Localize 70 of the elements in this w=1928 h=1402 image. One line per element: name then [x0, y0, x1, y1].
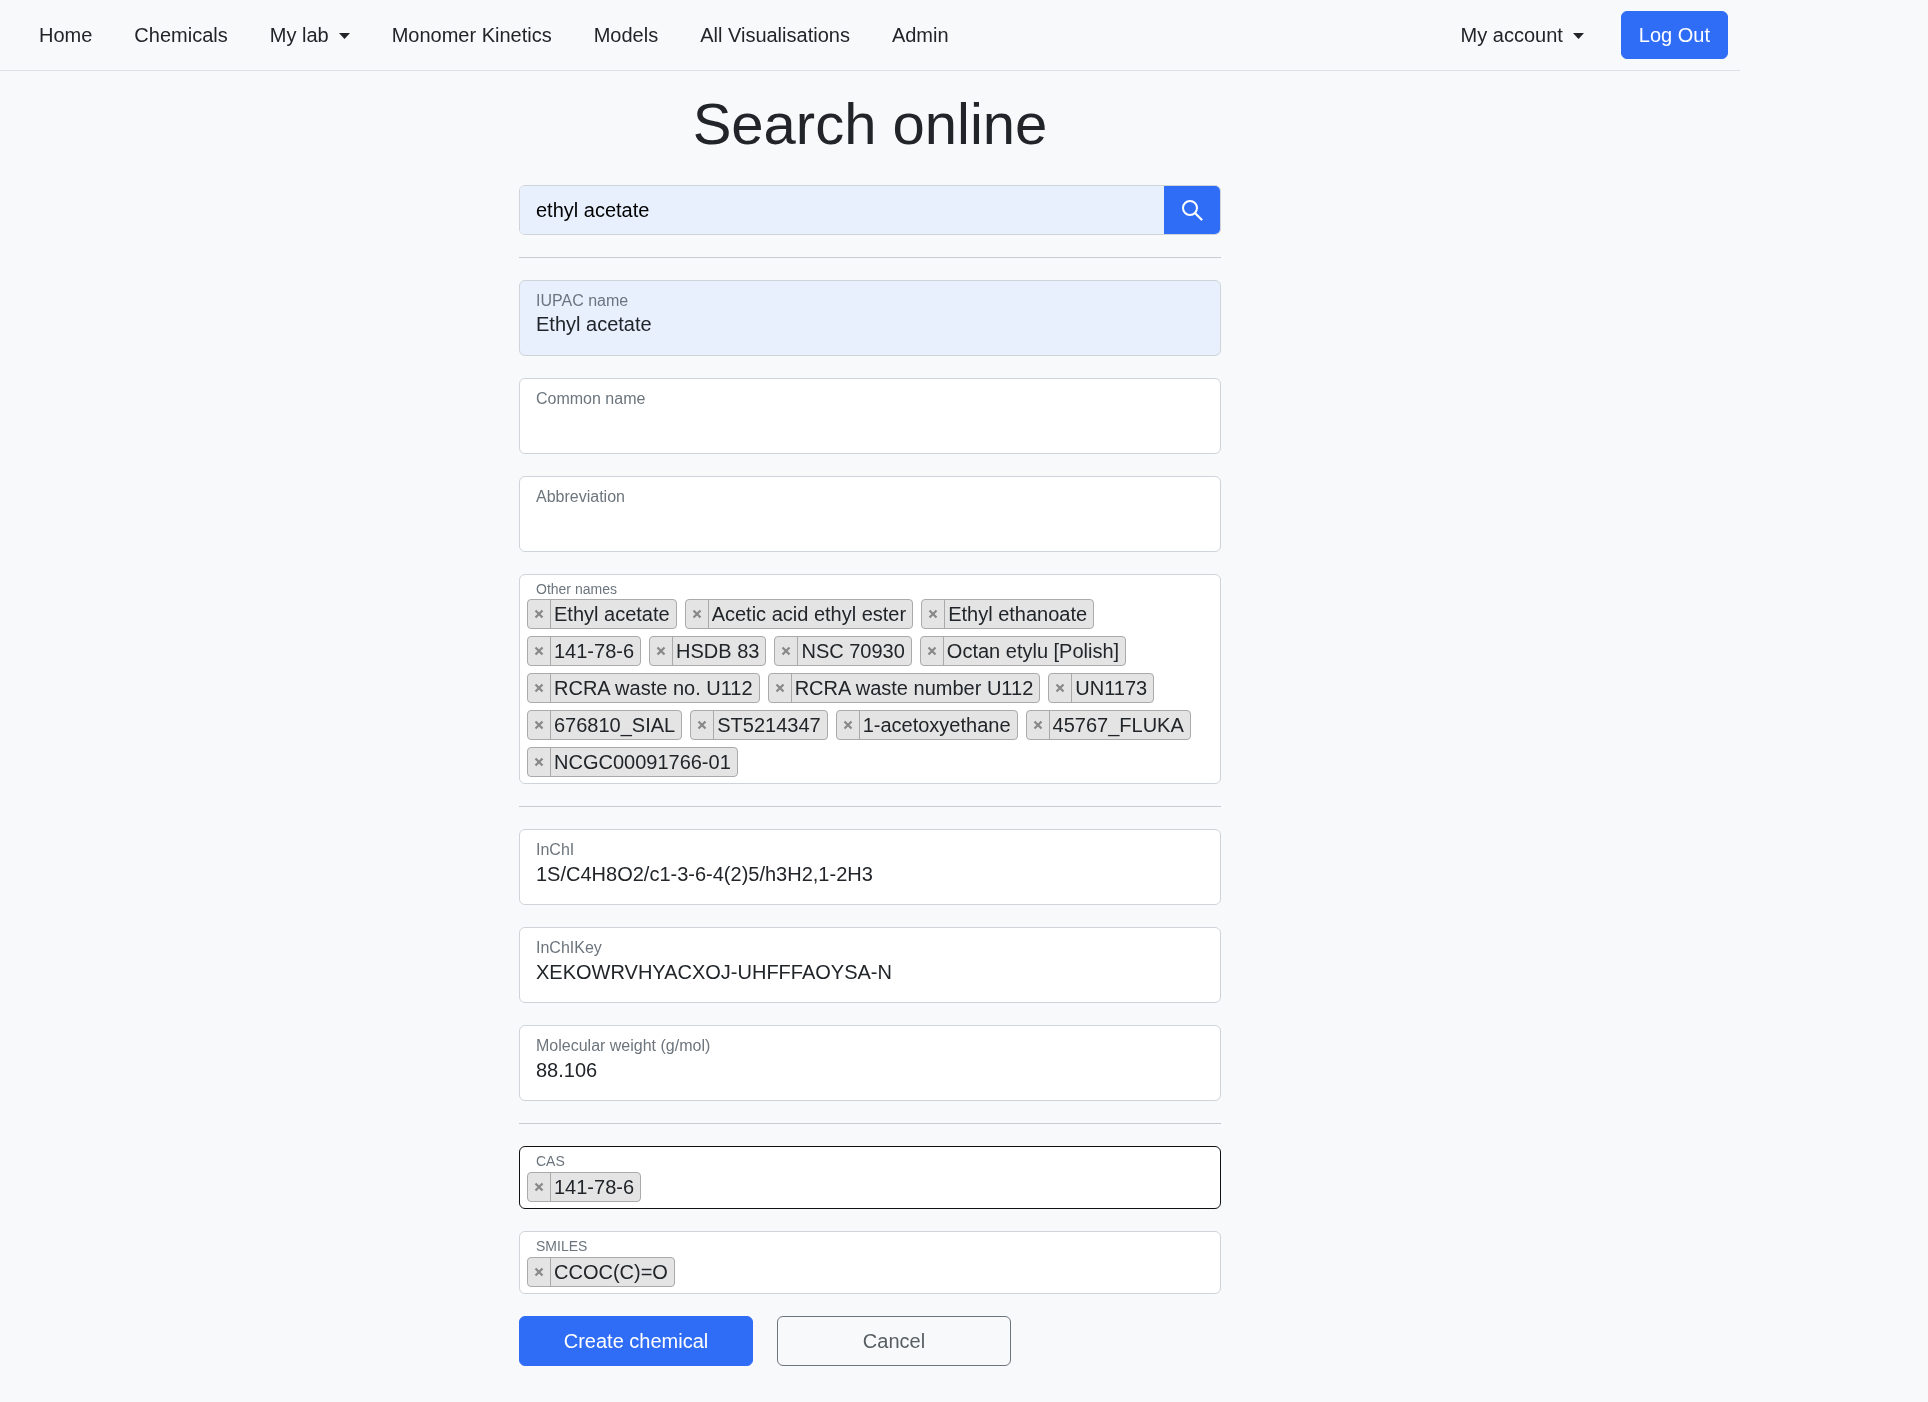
nav-link[interactable]: Monomer Kinetics	[370, 12, 573, 58]
input-field[interactable]: Abbreviation	[519, 475, 1221, 552]
input-field[interactable]: InChIKey XEKOWRVHYACXOJ-UHFFFAOYSA-N	[519, 927, 1221, 1004]
tag-chip[interactable]: UN1173	[1048, 673, 1155, 704]
remove-icon[interactable]	[842, 720, 853, 731]
input-field[interactable]: InChI 1S/C4H8O2/c1-3-6-4(2)5/h3H2,1-2H3	[519, 829, 1221, 906]
tag-chip[interactable]: Acetic acid ethyl ester	[684, 599, 914, 630]
tag-chip[interactable]: HSDB 83	[649, 636, 767, 667]
caret-icon	[1572, 33, 1584, 41]
remove-icon[interactable]	[534, 683, 544, 694]
dropdown-link[interactable]: My lab	[248, 12, 371, 58]
tag-chip[interactable]: 141-78-6	[527, 636, 642, 667]
input-field[interactable]: Common name	[519, 377, 1221, 454]
tag-input-field[interactable]	[519, 573, 1221, 785]
remove-icon[interactable]	[534, 1182, 544, 1193]
nav-link[interactable]: Models	[572, 12, 680, 58]
tag-chip[interactable]: 45767_FLUKA	[1025, 710, 1191, 741]
nav-link[interactable]: All Visualisations	[679, 12, 871, 58]
tag-chip[interactable]: 141-78-6	[527, 1172, 642, 1203]
field-label: Common name	[536, 388, 647, 408]
field-value: XEKOWRVHYACXOJ-UHFFFAOYSA-N	[536, 959, 893, 985]
remove-icon[interactable]	[926, 646, 937, 657]
field-label: InChI	[536, 840, 576, 860]
dropdown-link[interactable]: My account	[1439, 12, 1605, 58]
remove-icon[interactable]	[534, 609, 544, 620]
remove-icon[interactable]	[534, 646, 544, 657]
field-value: Ethyl acetate	[536, 311, 653, 337]
remove-icon[interactable]	[534, 720, 544, 731]
remove-icon[interactable]	[534, 1267, 544, 1277]
remove-icon[interactable]	[781, 646, 792, 657]
tag-chip[interactable]: Ethyl ethanoate	[921, 599, 1095, 630]
tag-chip[interactable]: NSC 70930	[774, 636, 912, 667]
remove-icon[interactable]	[697, 720, 708, 731]
cancel-button[interactable]: Cancel	[777, 1316, 1011, 1366]
field-value: 1S/C4H8O2/c1-3-6-4(2)5/h3H2,1-2H3	[536, 861, 874, 887]
caret-icon	[338, 33, 350, 41]
remove-icon[interactable]	[534, 757, 544, 768]
input-field[interactable]: IUPAC name Ethyl acetate	[519, 279, 1221, 356]
page-title: Search online	[691, 90, 1049, 158]
create-button[interactable]: Create chemical	[519, 1316, 753, 1366]
nav-link[interactable]: Chemicals	[113, 12, 249, 58]
remove-icon[interactable]	[656, 646, 667, 657]
remove-icon[interactable]	[774, 683, 785, 694]
tag-chip[interactable]: NCGC00091766-01	[527, 747, 738, 778]
tag-chip[interactable]: RCRA waste no. U112	[527, 673, 760, 704]
remove-icon[interactable]	[691, 609, 702, 620]
nav-link[interactable]: Admin	[870, 12, 970, 58]
field-label: SMILES	[535, 1238, 589, 1255]
input-field[interactable]: Molecular weight (g/mol) 88.106	[519, 1025, 1221, 1102]
nav-link[interactable]: Home	[18, 12, 114, 58]
remove-icon[interactable]	[1032, 720, 1043, 731]
field-value: 88.106	[536, 1057, 599, 1083]
field-label: InChIKey	[536, 938, 603, 958]
tag-chip[interactable]: RCRA waste number U112	[767, 673, 1041, 704]
tag-chip[interactable]: Octan etylu [Polish]	[919, 636, 1127, 667]
tag-chip[interactable]: 1-acetoxyethane	[835, 710, 1018, 741]
logout-button[interactable]: Log Out	[1620, 11, 1728, 59]
remove-icon[interactable]	[928, 609, 939, 620]
remove-icon[interactable]	[1055, 683, 1066, 694]
tag-chip[interactable]: Ethyl acetate	[527, 599, 677, 630]
tag-input-field[interactable]: CAS 141-78-6	[519, 1146, 1221, 1210]
field-label: Molecular weight (g/mol)	[536, 1036, 712, 1056]
field-label: Other names	[535, 580, 618, 598]
tag-chip[interactable]: ST5214347	[690, 710, 828, 741]
field-label: CAS	[535, 1153, 566, 1171]
tag-chip[interactable]: 676810_SIAL	[527, 710, 683, 741]
tag-chip[interactable]: CCOC(C)=O	[527, 1257, 675, 1287]
field-label: Abbreviation	[536, 486, 626, 506]
tag-input-field[interactable]: SMILES CCOC(C)=O	[519, 1231, 1221, 1294]
field-label: IUPAC name	[536, 290, 630, 310]
